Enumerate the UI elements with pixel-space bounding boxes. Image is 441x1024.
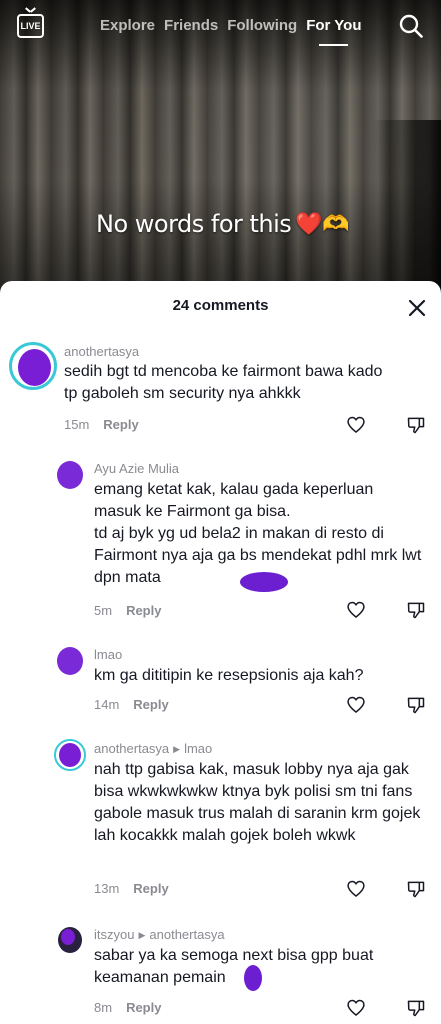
redaction-mark [240,572,288,592]
comment-time: 14m [94,697,120,712]
reply-to-username[interactable]: lmao [184,741,212,756]
comment-username[interactable]: itszyou ▶ anothertasya [94,927,225,942]
close-icon[interactable] [406,297,428,319]
comment-text: sedih bgt td mencoba ke fairmont bawa ka… [64,363,383,402]
comment-text: km ga dititipin ke resepsionis aja kah? [94,667,364,684]
reply-to-username[interactable]: anothertasya [149,927,224,942]
avatar[interactable] [9,342,57,390]
dislike-icon[interactable] [406,879,426,899]
reply-button[interactable]: Reply [103,417,138,432]
comment-time: 15m [64,417,90,432]
reply-button[interactable]: Reply [126,603,161,618]
comment-username[interactable]: anothertasya ▶ lmao [94,741,212,756]
heart-icon[interactable] [346,600,366,620]
reply-button[interactable]: Reply [133,881,168,896]
comment-meta: 5m Reply [94,603,161,618]
avatar[interactable] [54,739,86,771]
video-dark-area [371,120,441,300]
comment-meta: 14m Reply [94,697,169,712]
search-icon[interactable] [399,14,423,38]
tab-explore[interactable]: Explore [100,17,155,34]
reply-arrow-icon: ▶ [138,930,146,940]
comment-meta: 15m Reply [64,417,139,432]
heart-icon[interactable] [346,695,366,715]
caption-emojis: ❤️🫶 [295,211,350,237]
dislike-icon[interactable] [406,415,426,435]
top-bar: LIVE Explore Friends Following For You [0,0,441,56]
redaction-mark [244,965,262,991]
comments-count-title: 24 comments [172,297,269,314]
comment-time: 5m [94,603,113,618]
comments-sheet: 24 comments anothertasya sedih bgt td me… [0,281,441,1024]
reply-arrow-icon: ▶ [173,744,181,754]
avatar[interactable] [58,927,82,953]
dislike-icon[interactable] [406,600,426,620]
comment-username[interactable]: anothertasya [64,344,139,359]
heart-icon[interactable] [346,415,366,435]
heart-icon[interactable] [346,879,366,899]
comment-username[interactable]: lmao [94,647,122,662]
dislike-icon[interactable] [406,998,426,1018]
video-caption: No words for this ❤️🫶 [96,210,350,238]
dislike-icon[interactable] [406,695,426,715]
comment-username[interactable]: Ayu Azie Mulia [94,461,179,476]
comment-meta: 13m Reply [94,881,169,896]
caption-text: No words for this [96,210,292,238]
avatar[interactable] [57,461,83,489]
tab-friends[interactable]: Friends [164,17,218,34]
heart-icon[interactable] [346,998,366,1018]
live-icon[interactable]: LIVE [17,14,44,38]
reply-button[interactable]: Reply [133,697,168,712]
comment-time: 8m [94,1000,113,1015]
reply-button[interactable]: Reply [126,1000,161,1015]
comment-meta: 8m Reply [94,1000,161,1015]
avatar[interactable] [57,647,83,675]
feed-tabs: Explore Friends Following For You [100,17,370,46]
comment-time: 13m [94,881,120,896]
tab-for-you[interactable]: For You [306,17,361,46]
comment-text: nah ttp gabisa kak, masuk lobby nya aja … [94,761,421,844]
tab-following[interactable]: Following [227,17,297,34]
